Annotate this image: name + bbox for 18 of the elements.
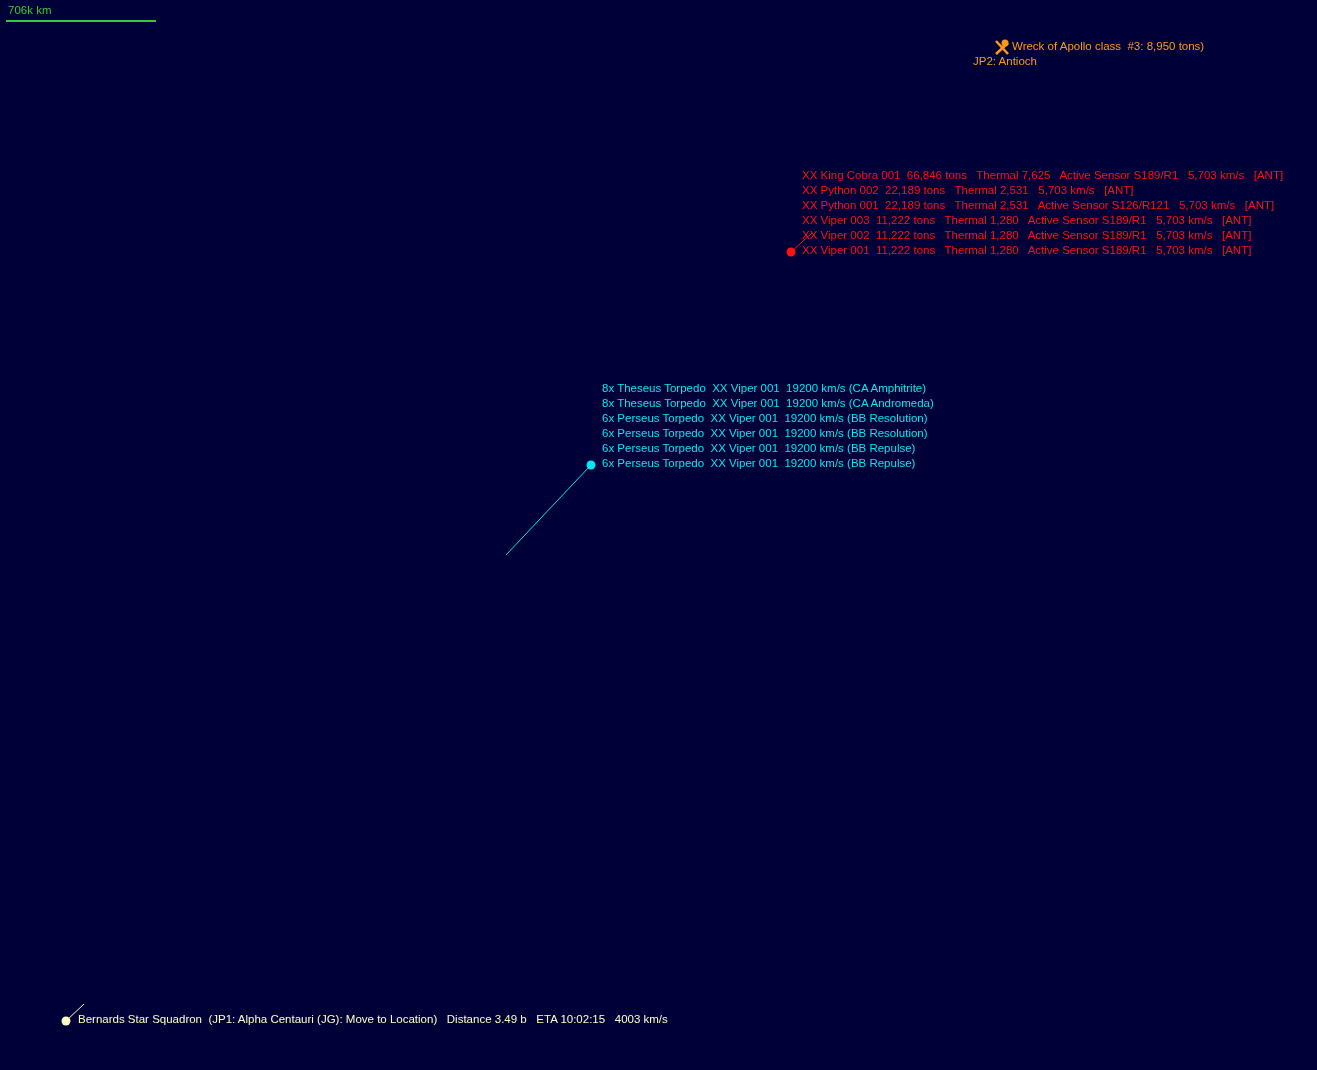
wreck-label: Wreck of Apollo class #3: 8,950 tons) <box>1012 39 1205 54</box>
wreck-icon <box>995 39 1009 55</box>
missile-label: 6x Perseus Torpedo XX Viper 001 19200 km/s (BB Resolution) <box>602 411 928 426</box>
contact-label: XX Viper 003 11,222 tons Thermal 1,280 Active Sensor S189/R1 5,703 km/s [ANT] <box>802 213 1252 228</box>
contact-label: XX King Cobra 001 66,846 tons Thermal 7,625 Active Sensor S189/R1 5,703 km/s [ANT] <box>802 168 1284 183</box>
contact-label: XX Python 001 22,189 tons Thermal 2,531 Active Sensor S126/R121 5,703 km/s [ANT] <box>802 198 1275 213</box>
missile-label: 6x Perseus Torpedo XX Viper 001 19200 km/s (BB Repulse) <box>602 441 916 456</box>
wreck-label: JP2: Antioch <box>973 54 1037 69</box>
contact-label: XX Viper 001 11,222 tons Thermal 1,280 Active Sensor S189/R1 5,703 km/s [ANT] <box>802 243 1252 258</box>
contact-label: XX Viper 002 11,222 tons Thermal 1,280 Active Sensor S189/R1 5,703 km/s [ANT] <box>802 228 1252 243</box>
fleet-label: Bernards Star Squadron (JP1: Alpha Centauri (JG): Move to Location) Distance 3.49 b ETA 10:02:15 4003 km/s <box>78 1012 668 1027</box>
missile-label: 6x Perseus Torpedo XX Viper 001 19200 km/s (BB Repulse) <box>602 456 916 471</box>
missile-label: 8x Theseus Torpedo XX Viper 001 19200 km/s (CA Amphitrite) <box>602 381 927 396</box>
scale-label: 706k km <box>7 4 53 17</box>
contact-label: XX Python 002 22,189 tons Thermal 2,531 5,703 km/s [ANT] <box>802 183 1134 198</box>
missile-label: 8x Theseus Torpedo XX Viper 001 19200 km/s (CA Andromeda) <box>602 396 934 411</box>
missile-label: 6x Perseus Torpedo XX Viper 001 19200 km/s (BB Resolution) <box>602 426 928 441</box>
missile-trail-icon <box>505 460 596 556</box>
